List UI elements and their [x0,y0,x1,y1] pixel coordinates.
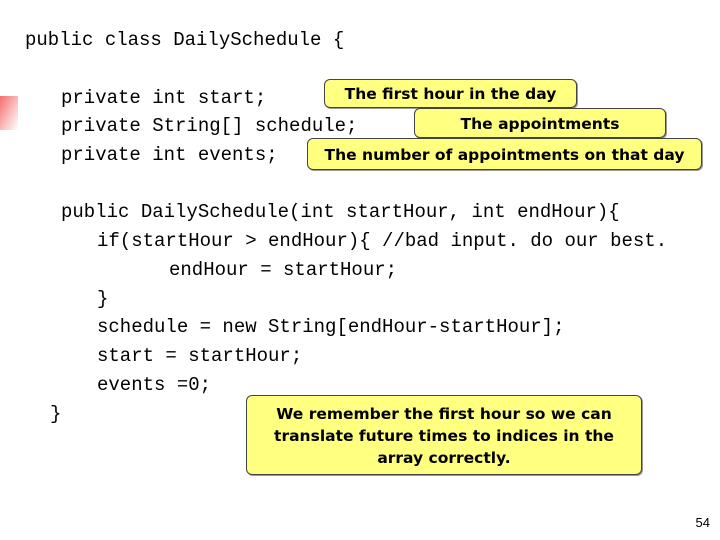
assign-end-hour: endHour = startHour; [169,259,398,281]
field-start: private int start; [61,87,267,109]
page-number: 54 [695,515,710,530]
field-schedule: private String[] schedule; [61,115,358,137]
callout-schedule: The appointments [414,108,666,138]
callout-explanation: We remember the first hour so we can tra… [246,395,642,475]
explanation-line-1: We remember the first hour so we can [276,405,612,423]
constructor-declaration: public DailySchedule(int startHour, int … [61,201,620,223]
start-assign: start = startHour; [97,345,303,367]
callout-events-text: The number of appointments on that day [324,146,685,164]
close-constructor-brace: } [50,403,62,425]
callout-events: The number of appointments on that day [307,138,702,170]
schedule-init: schedule = new String[endHour-startHour]… [97,316,565,338]
if-statement: if(startHour > endHour){ //bad input. do… [97,230,668,252]
events-assign: events =0; [97,374,212,396]
callout-start: The first hour in the day [324,79,577,108]
explanation-line-2: translate future times to indices in the [274,427,614,445]
field-events: private int events; [61,144,278,166]
close-if-brace: } [97,288,109,310]
callout-schedule-text: The appointments [460,115,620,133]
callout-start-text: The first hour in the day [344,85,557,103]
class-declaration: public class DailySchedule { [25,29,345,51]
explanation-line-3: array correctly. [377,449,511,467]
slide-accent-bar [0,96,18,130]
